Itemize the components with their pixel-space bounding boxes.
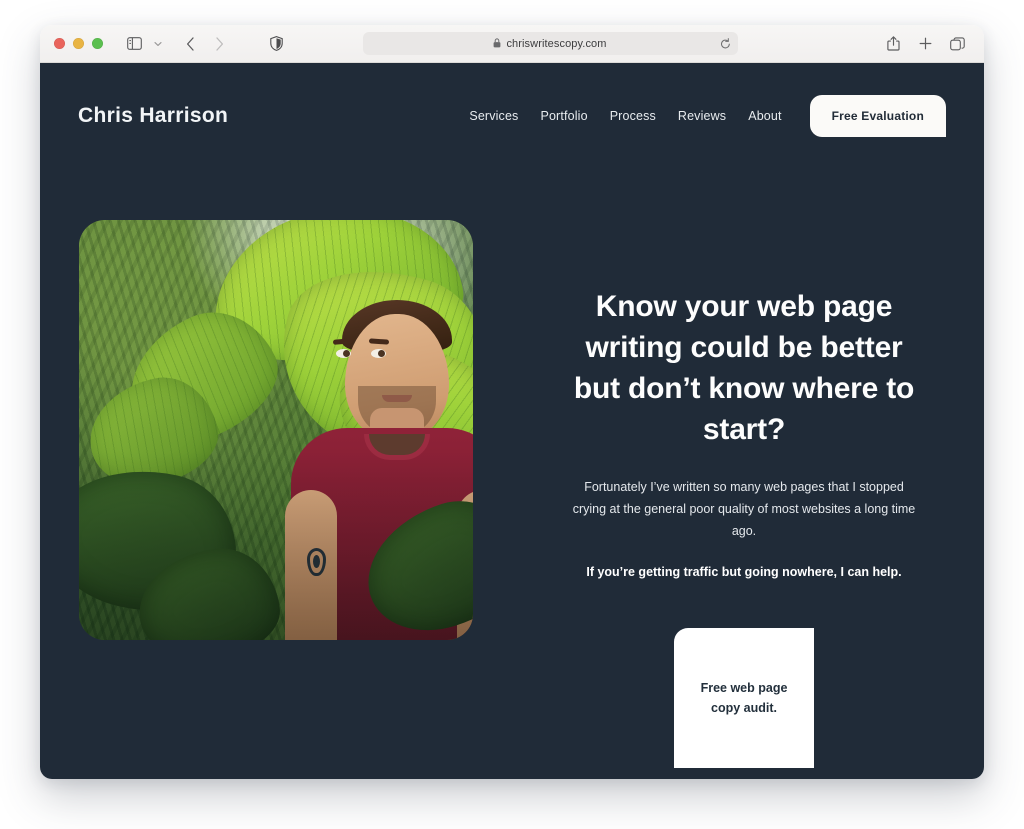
hero-portrait-photo: [79, 220, 473, 640]
privacy-shield-icon[interactable]: [265, 33, 287, 55]
chevron-down-icon[interactable]: [150, 32, 166, 56]
nav-item-about[interactable]: About: [748, 109, 781, 123]
sidebar-icon[interactable]: [121, 32, 147, 56]
hero-image-column: [40, 168, 512, 779]
forward-arrow-icon[interactable]: [206, 32, 232, 56]
brand-logo[interactable]: Chris Harrison: [78, 104, 228, 128]
photo-vignette: [79, 220, 473, 640]
browser-window: chriswritescopy.com Chris Harrison Servi…: [40, 25, 984, 779]
nav-item-reviews[interactable]: Reviews: [678, 109, 726, 123]
free-audit-card-button[interactable]: Free web page copy audit.: [674, 628, 814, 768]
window-controls: [54, 38, 103, 49]
navigation-controls: [121, 32, 232, 56]
hero-text-column: Know your web page writing could be bett…: [512, 168, 984, 779]
hero-section: Know your web page writing could be bett…: [40, 168, 984, 779]
share-icon[interactable]: [880, 32, 906, 56]
address-bar[interactable]: chriswritescopy.com: [362, 32, 738, 55]
nav-item-services[interactable]: Services: [469, 109, 518, 123]
tab-overview-icon[interactable]: [944, 32, 970, 56]
plus-icon[interactable]: [912, 32, 938, 56]
address-area: chriswritescopy.com: [232, 25, 868, 62]
nav-item-process[interactable]: Process: [610, 109, 656, 123]
address-content: chriswritescopy.com: [493, 35, 606, 53]
site-viewport: Chris Harrison Services Portfolio Proces…: [40, 63, 984, 779]
hero-headline: Know your web page writing could be bett…: [573, 290, 915, 446]
lock-icon: [493, 35, 501, 53]
page-canvas: chriswritescopy.com Chris Harrison Servi…: [0, 0, 1024, 829]
toolbar-right-actions: [880, 32, 970, 56]
reload-icon[interactable]: [720, 37, 731, 50]
maximize-window-button[interactable]: [92, 38, 103, 49]
address-url-text: chriswritescopy.com: [506, 37, 607, 50]
nav-item-portfolio[interactable]: Portfolio: [540, 109, 587, 123]
back-arrow-icon[interactable]: [177, 32, 203, 56]
hero-emphasis: If you’re getting traffic but going nowh…: [586, 565, 902, 579]
hero-subcopy: Fortunately I’ve written so many web pag…: [572, 480, 916, 538]
free-evaluation-button[interactable]: Free Evaluation: [809, 94, 946, 137]
main-navigation: Services Portfolio Process Reviews About…: [469, 94, 946, 137]
browser-toolbar: chriswritescopy.com: [40, 25, 984, 63]
minimize-window-button[interactable]: [73, 38, 84, 49]
site-header: Chris Harrison Services Portfolio Proces…: [40, 63, 984, 168]
close-window-button[interactable]: [54, 38, 65, 49]
